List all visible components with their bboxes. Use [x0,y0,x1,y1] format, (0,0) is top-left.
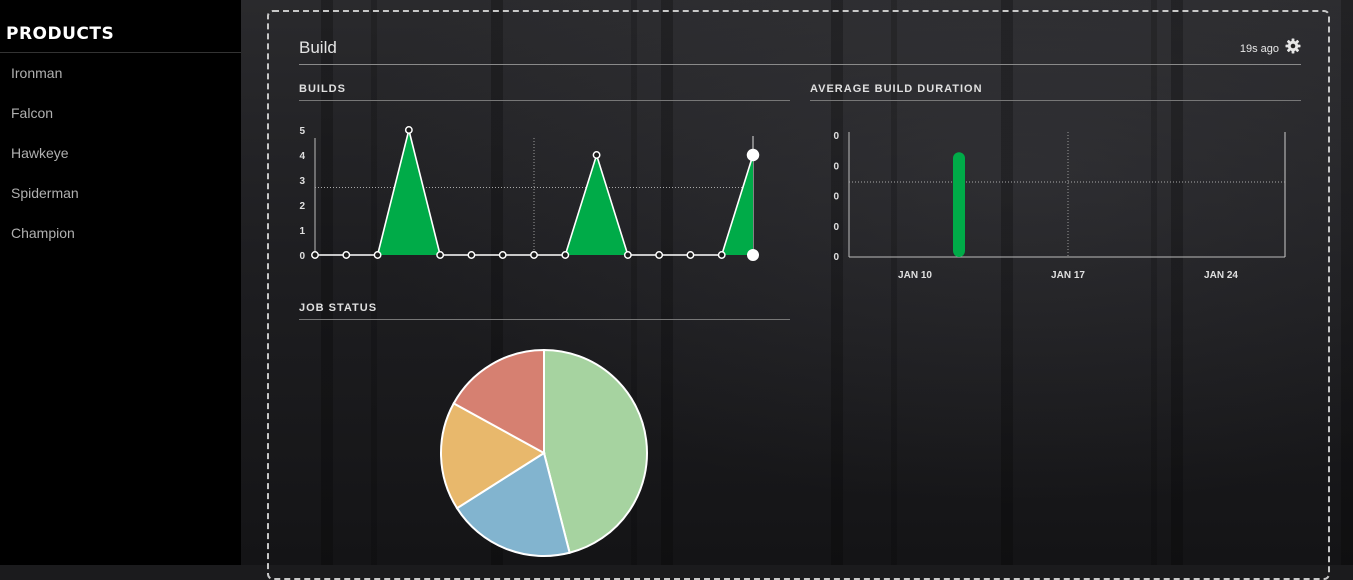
y-tick-label: 3 [299,176,305,187]
last-updated: 19s ago [1239,43,1279,55]
y-tick-label: 0 [299,251,305,262]
builds-chart: 0 1 2 3 4 5 [299,126,760,262]
x-tick-label: JAN 17 [1051,270,1085,281]
sidebar: PRODUCTS Ironman Falcon Hawkeye Spiderma… [0,0,241,565]
data-point [311,251,319,259]
avg-duration-title: AVERAGE BUILD DURATION [810,83,1301,101]
y-tick-label: 5 [299,126,305,137]
x-tick-label: JAN 10 [898,270,932,281]
data-point [592,151,601,159]
y-tick-label: 1 [299,226,305,237]
dashboard-main: Build 19s ago BUILDS 0 1 2 3 4 5 AVERAGE BUIL… [241,0,1353,580]
sidebar-item-falcon[interactable]: Falcon [0,93,241,133]
y-tick-label: 0 [833,131,839,142]
data-point [467,251,476,259]
data-point [746,148,760,162]
y-tick-label: 0 [833,192,839,203]
duration-bar [953,152,965,257]
data-point [373,251,382,259]
job-status-chart [440,348,648,557]
y-tick-label: 2 [299,201,305,212]
sidebar-item-ironman[interactable]: Ironman [0,53,241,93]
build-panel: Build 19s ago BUILDS 0 1 2 3 4 5 AVERAGE BUIL… [267,10,1330,580]
panel-header: Build 19s ago [299,38,1301,65]
y-tick-label: 0 [833,161,839,172]
y-tick-label: 0 [833,252,839,263]
data-point [686,251,695,259]
avg-duration-chart: 0 0 0 0 0 JAN 10 JAN 17 JAN 24 [833,131,1286,281]
sidebar-item-hawkeye[interactable]: Hawkeye [0,133,241,173]
sidebar-title: PRODUCTS [0,0,241,53]
data-point [436,251,445,259]
y-tick-label: 0 [833,222,839,233]
y-tick-label: 4 [299,151,305,162]
sidebar-item-champion[interactable]: Champion [0,213,241,253]
gear-icon[interactable] [1285,38,1301,54]
data-point [404,126,413,134]
data-point-baseline [747,249,759,261]
data-point [655,251,664,259]
builds-title: BUILDS [299,83,790,101]
data-point [530,251,538,259]
data-point [498,251,507,259]
data-point [342,251,351,259]
product-list: Ironman Falcon Hawkeye Spiderman Champio… [0,53,241,253]
x-tick-label: JAN 24 [1204,270,1238,281]
data-point [561,251,570,259]
sidebar-item-spiderman[interactable]: Spiderman [0,173,241,213]
data-point [717,251,726,259]
job-status-title: JOB STATUS [299,302,790,320]
panel-title: Build [299,38,337,57]
data-point [623,251,632,259]
